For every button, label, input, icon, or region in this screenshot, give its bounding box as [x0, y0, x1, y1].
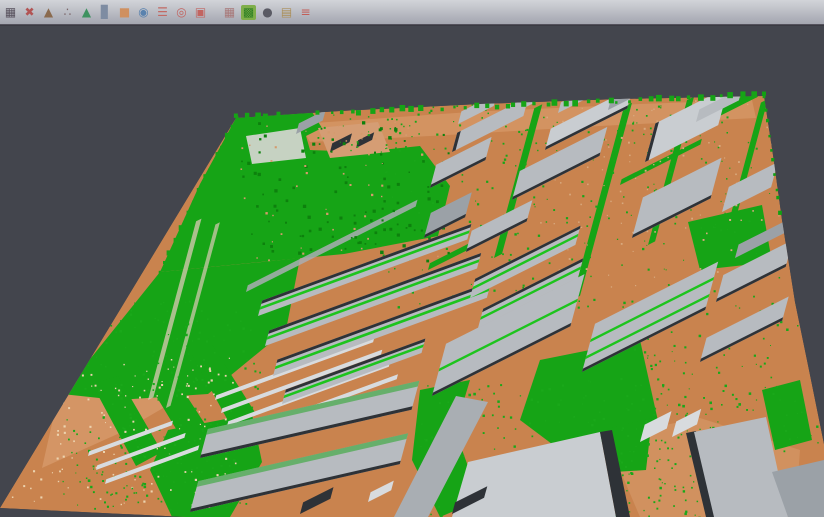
sphere-render-icon[interactable]: ●	[260, 5, 275, 20]
app-window: ▦ ✖ ▲ ∴ ▲ ▊ ■ ◉ ☰ ◎ ▣ ▦ ▩ ● ▤ ≡	[0, 0, 824, 517]
globe-view-icon[interactable]: ◉	[136, 5, 151, 20]
tiles-grid-icon[interactable]: ▦	[222, 5, 237, 20]
orthophoto-icon[interactable]: ■	[117, 5, 132, 20]
cut-tool-icon[interactable]: ✖	[22, 5, 37, 20]
point-cloud-scene[interactable]	[0, 26, 824, 517]
open-project-icon[interactable]: ▦	[3, 5, 18, 20]
viewport-3d[interactable]	[0, 25, 824, 517]
side-panel-icon[interactable]: ▊	[98, 5, 113, 20]
textured-terrain-icon[interactable]: ▲	[79, 5, 94, 20]
edit-annotations-icon[interactable]: ▤	[279, 5, 294, 20]
dsm-terrain-icon[interactable]: ▲	[41, 5, 56, 20]
classification-map-icon[interactable]: ▩	[241, 5, 256, 20]
target-select-icon[interactable]: ◎	[174, 5, 189, 20]
zoom-extent-icon[interactable]: ▣	[193, 5, 208, 20]
layer-stack-icon[interactable]: ≡	[298, 5, 313, 20]
point-cloud-icon[interactable]: ∴	[60, 5, 75, 20]
terrain-layers	[0, 87, 824, 517]
main-toolbar: ▦ ✖ ▲ ∴ ▲ ▊ ■ ◉ ☰ ◎ ▣ ▦ ▩ ● ▤ ≡	[0, 0, 824, 25]
attribute-list-icon[interactable]: ☰	[155, 5, 170, 20]
clearing-tan	[318, 122, 390, 158]
